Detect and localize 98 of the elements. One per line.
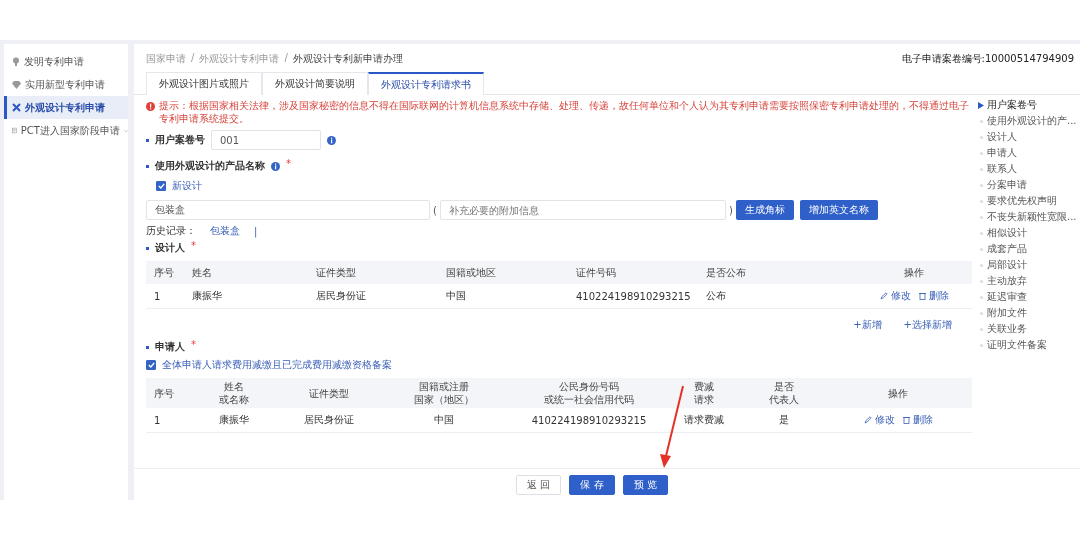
column-header: 操作 [904,266,924,279]
pencil-icon [879,292,888,300]
section-title: 设计人 [155,241,185,255]
breadcrumb-item: 外观设计专利新申请办理 [292,52,403,66]
separator: | [254,225,258,237]
outline-item[interactable]: 申请人 [978,145,1080,161]
outline-item[interactable]: 要求优先权声明 [978,193,1080,209]
required-mark: * [191,241,196,251]
table-cell-text: 1 [154,290,162,302]
table-cell-text: 410224198910293215 [530,414,648,426]
cross-icon [12,103,21,112]
tab[interactable]: 外观设计简要说明 [262,72,368,95]
case-number: 电子申请案卷编号:10000514794909 [901,52,1074,66]
edit-link[interactable]: 修改 [879,289,911,303]
input-field[interactable]: 补充必要的附加信息 [439,200,726,220]
history-label: 历史记录： [146,224,196,238]
delete-link[interactable]: 删除 [918,289,949,303]
breadcrumb-separator: / [191,52,195,65]
outline-item[interactable]: 不丧失新颖性宽限... [978,209,1080,225]
table-cell-text: 是 [778,413,790,427]
column-header: 国籍或注册 国家（地区） [414,380,474,406]
outline-item[interactable]: 设计人 [978,129,1080,145]
section-title: 申请人 [155,340,185,354]
table-cell-text: 康振华 [218,413,250,427]
column-header: 国籍或地区 [446,266,496,279]
paren-mark: ( [433,204,437,216]
table-cell-text: 居民身份证 [303,413,355,427]
column-header: 序号 [154,266,174,279]
checkbox[interactable] [156,181,166,191]
outline-item[interactable]: 分案申请 [978,177,1080,193]
edit-link[interactable]: 修改 [863,413,895,427]
add-link[interactable]: +新增 [853,318,882,332]
column-header: 序号 [154,386,174,400]
back-button[interactable]: 返 回 [516,474,562,495]
outline-item[interactable]: 证明文件备案 [978,337,1080,353]
input-field[interactable]: 001 [211,130,321,150]
action-button[interactable]: 生成角标 [735,200,794,220]
column-header: 是否公布 [706,266,746,279]
outline-item[interactable]: 相似设计 [978,225,1080,241]
outline-item[interactable]: 用户案卷号 [978,97,1080,113]
table-cell-text: 中国 [433,413,455,427]
primary-button[interactable]: 保 存 [569,474,615,495]
checkbox-label: 新设计 [172,179,202,193]
document-icon [12,126,17,135]
required-mark: * [191,340,196,350]
column-header: 证件号码 [576,266,616,279]
column-header: 姓名 或名称 [219,380,249,406]
column-header: 公民身份号码 或统一社会信用代码 [544,380,634,406]
sidebar-item[interactable]: 外观设计专利申请 [4,96,128,119]
history-link[interactable]: 包装盒 [210,224,240,238]
input-field[interactable]: 包装盒 [146,200,430,220]
tab[interactable]: 外观设计图片或照片 [146,72,262,95]
column-header: 是否 代表人 [769,380,799,406]
table-cell-text: 公布 [706,289,727,303]
gem-icon [12,80,21,89]
column-header: 操作 [888,386,908,400]
notice-text: 提示：根据国家相关法律，涉及国家秘密的信息不得在国际联网的计算机信息系统中存储、处理、传递，故任何单位和个人认为其专利申请需要按照保密专利申请处理的，不得通过电子专利申请系统提交。 [159,100,970,125]
outline-item[interactable]: 成套产品 [978,241,1080,257]
required-mark: * [286,159,291,169]
table-cell-text: 1 [154,414,162,426]
column-header: 证件类型 [316,266,356,279]
table-cell-text: 410224198910293215 [576,290,692,302]
checkbox[interactable] [146,360,156,370]
outline-item[interactable]: 使用外观设计的产... [978,113,1080,129]
table-cell-text: 请求费减 [683,413,725,427]
trash-icon [902,416,910,424]
warning-icon [146,102,155,111]
table-cell-text: 康振华 [192,289,223,303]
sidebar-item[interactable]: PCT进入国家阶段申请 [4,119,128,142]
trash-icon [918,292,926,300]
sidebar-item[interactable]: 发明专利申请 [4,50,128,73]
table-cell-text: 居民身份证 [316,289,367,303]
outline-item[interactable]: 主动放弃 [978,273,1080,289]
bulb-icon [12,57,20,66]
outline-item[interactable]: 延迟审查 [978,289,1080,305]
checkbox-label: 全体申请人请求费用减缴且已完成费用减缴资格备案 [162,358,392,372]
column-header: 姓名 [192,266,212,279]
pencil-icon [863,416,872,424]
field-label: 用户案卷号 [155,133,205,147]
sidebar-item[interactable]: 实用新型专利申请 [4,73,128,96]
action-button[interactable]: 增加英文名称 [799,200,878,220]
outline-item[interactable]: 联系人 [978,161,1080,177]
field-label: 使用外观设计的产品名称 [155,159,265,173]
delete-link[interactable]: 删除 [902,413,933,427]
paren-mark: ) [728,204,733,216]
table-cell-text: 中国 [446,289,467,303]
outline-item[interactable]: 附加文件 [978,305,1080,321]
outline-item[interactable]: 局部设计 [978,257,1080,273]
add-link[interactable]: +选择新增 [903,318,952,332]
outline-item[interactable]: 关联业务 [978,321,1080,337]
column-header: 费减 请求 [694,380,714,406]
info-icon [271,161,280,171]
info-icon [327,135,336,145]
triangle-icon [978,101,984,109]
primary-button[interactable]: 预 览 [622,474,668,495]
column-header: 证件类型 [309,386,349,400]
tab[interactable]: 外观设计专利请求书 [368,72,484,95]
breadcrumb-separator: / [284,52,288,65]
